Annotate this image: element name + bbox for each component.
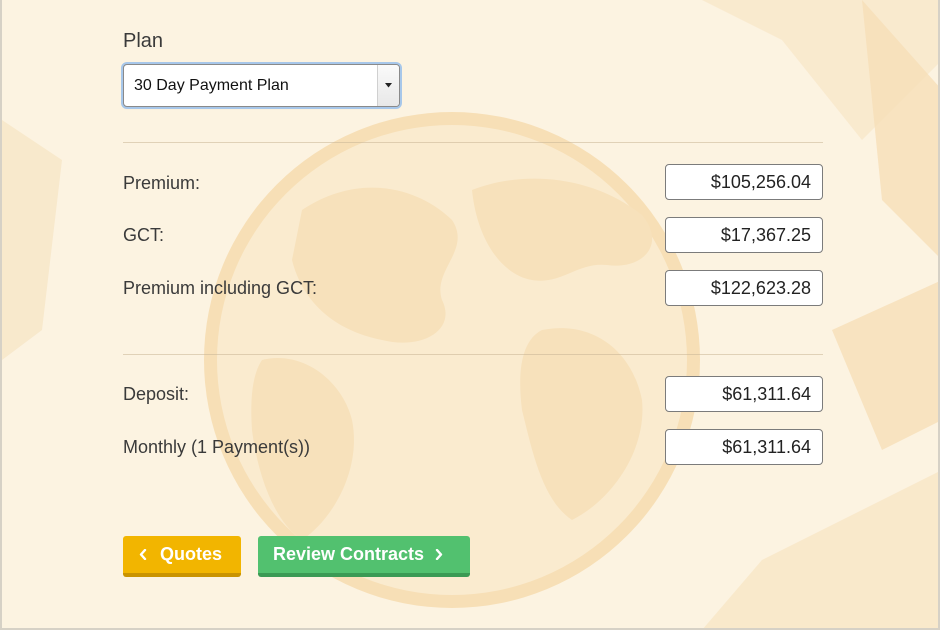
gct-label: GCT: (123, 225, 165, 245)
plan-label: Plan (123, 30, 164, 52)
quotes-button[interactable]: Quotes (123, 536, 241, 577)
premium-value: $105,256.04 (665, 164, 823, 200)
dropdown-button[interactable] (377, 65, 399, 106)
plan-select-value: 30 Day Payment Plan (134, 77, 289, 94)
monthly-value: $61,311.64 (665, 429, 823, 465)
premium-including-gct-value: $122,623.28 (665, 270, 823, 306)
chevron-right-icon (435, 549, 443, 560)
caret-down-icon (385, 83, 392, 88)
divider (123, 354, 823, 355)
quote-payment-panel: Plan 30 Day Payment Plan Premium: $105,2… (0, 0, 940, 630)
chevron-left-icon (139, 549, 147, 560)
deposit-value: $61,311.64 (665, 376, 823, 412)
plan-select[interactable]: 30 Day Payment Plan (123, 64, 400, 107)
premium-including-gct-label: Premium including GCT: (123, 278, 318, 298)
content: Plan 30 Day Payment Plan Premium: $105,2… (2, 0, 938, 628)
monthly-label: Monthly (1 Payment(s)) (123, 437, 311, 457)
divider (123, 142, 823, 143)
review-contracts-button[interactable]: Review Contracts (258, 536, 470, 577)
gct-value: $17,367.25 (665, 217, 823, 253)
premium-label: Premium: (123, 173, 201, 193)
review-contracts-button-label: Review Contracts (273, 544, 425, 564)
deposit-label: Deposit: (123, 384, 190, 404)
quotes-button-label: Quotes (160, 544, 223, 564)
